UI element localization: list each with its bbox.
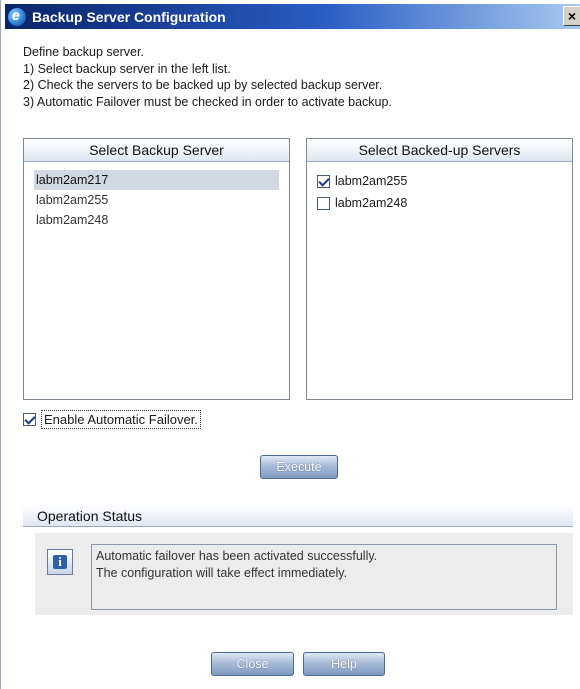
- automatic-failover-label[interactable]: Enable Automatic Failover.: [41, 409, 201, 429]
- backup-server-item[interactable]: labm2am217: [34, 170, 279, 190]
- backed-up-servers-panel: Select Backed-up Servers labm2am255 labm…: [306, 138, 573, 400]
- automatic-failover-row[interactable]: Enable Automatic Failover.: [23, 409, 201, 429]
- backed-up-server-label: labm2am248: [335, 196, 408, 210]
- close-button[interactable]: Close: [211, 652, 294, 676]
- help-button[interactable]: Help: [303, 652, 385, 676]
- instruction-line: 1) Select backup server in the left list…: [23, 61, 231, 76]
- browser-icon: [8, 7, 26, 26]
- backed-up-server-checkbox[interactable]: [317, 174, 330, 188]
- status-message-line: The configuration will take effect immed…: [96, 566, 348, 580]
- backup-server-panel-header: Select Backup Server: [24, 139, 289, 162]
- backed-up-servers-panel-header: Select Backed-up Servers: [307, 139, 572, 162]
- status-message: Automatic failover has been activated su…: [91, 544, 557, 610]
- execute-button[interactable]: Execute: [260, 455, 338, 479]
- backed-up-server-checkbox[interactable]: [317, 196, 330, 210]
- instructions: Define backup server. 1) Select backup s…: [23, 44, 573, 110]
- operation-status-box: i Automatic failover has been activated …: [35, 533, 573, 615]
- backup-server-panel: Select Backup Server labm2am217 labm2am2…: [23, 138, 290, 400]
- backed-up-server-row[interactable]: labm2am248: [317, 192, 562, 214]
- close-window-button[interactable]: ×: [563, 6, 580, 26]
- status-message-line: Automatic failover has been activated su…: [96, 549, 378, 563]
- backed-up-server-row[interactable]: labm2am255: [317, 170, 562, 192]
- instruction-line: Define backup server.: [23, 45, 144, 59]
- info-icon: i: [47, 549, 73, 575]
- title-bar[interactable]: Backup Server Configuration ×: [5, 4, 580, 29]
- backup-server-config-dialog: Backup Server Configuration × Define bac…: [0, 0, 580, 689]
- backed-up-server-label: labm2am255: [335, 174, 408, 188]
- window-title: Backup Server Configuration: [32, 8, 226, 25]
- backup-server-item[interactable]: labm2am255: [34, 190, 279, 210]
- backed-up-server-list: labm2am255 labm2am248: [307, 162, 572, 214]
- backup-server-item[interactable]: labm2am248: [34, 210, 279, 230]
- operation-status-header: Operation Status: [23, 505, 573, 527]
- automatic-failover-checkbox[interactable]: [23, 412, 36, 426]
- instruction-line: 2) Check the servers to be backed up by …: [23, 78, 383, 92]
- backup-server-list[interactable]: labm2am217 labm2am255 labm2am248: [24, 162, 289, 230]
- instruction-line: 3) Automatic Failover must be checked in…: [23, 94, 392, 109]
